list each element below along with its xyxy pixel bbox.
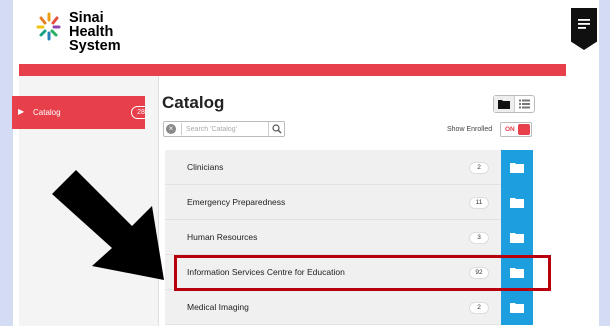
sidebar-item-catalog[interactable]: ▶ Catalog 28 [12, 96, 151, 129]
open-category-button[interactable] [501, 150, 533, 185]
show-enrolled-label: Show Enrolled [447, 126, 493, 133]
open-category-button[interactable] [501, 185, 533, 220]
page-title: Catalog [162, 93, 225, 112]
chevron-right-icon: ▶ [18, 107, 25, 116]
category-row[interactable]: Human Resources 3 [165, 220, 533, 255]
folder-icon [510, 233, 524, 243]
view-toggle [493, 95, 535, 113]
search-icon [272, 124, 282, 134]
logo-text: Sinai Health System [69, 10, 149, 54]
category-title: Clinicians [187, 162, 224, 172]
open-category-button[interactable] [501, 290, 533, 325]
header-accent-bar [19, 64, 566, 76]
pointer-arrow-icon [52, 170, 164, 280]
folder-view-button[interactable] [494, 96, 515, 112]
search-button[interactable] [268, 122, 285, 136]
category-count: 3 [469, 232, 489, 244]
logo-line-1: Sinai [69, 10, 104, 26]
sidebar-item-label: Catalog [33, 108, 61, 117]
menu-icon [578, 19, 590, 29]
category-row[interactable]: Medical Imaging 2 [165, 290, 533, 325]
category-list: Clinicians 2 Emergency Preparedness 11 H… [165, 150, 533, 325]
logo-mark-icon [36, 12, 61, 41]
category-row[interactable]: Clinicians 2 [165, 150, 533, 185]
open-category-button[interactable] [501, 220, 533, 255]
logo-line-2: Health [69, 24, 114, 40]
folder-icon [510, 163, 524, 173]
search-input[interactable] [181, 123, 266, 135]
search-box: × [163, 121, 285, 137]
category-count: 11 [469, 197, 489, 209]
menu-button[interactable] [571, 8, 597, 50]
clear-icon[interactable]: × [166, 124, 176, 134]
category-count: 2 [469, 162, 489, 174]
sidebar-item-count: 28 [131, 106, 151, 119]
folder-icon [510, 198, 524, 208]
show-enrolled-toggle[interactable]: ON [500, 122, 532, 137]
logo-line-3: System [69, 38, 121, 54]
highlight-box [174, 255, 551, 291]
category-title: Medical Imaging [187, 302, 249, 312]
toggle-knob [518, 124, 530, 135]
folder-icon [510, 303, 524, 313]
category-title: Human Resources [187, 232, 258, 242]
category-title: Emergency Preparedness [187, 197, 286, 207]
list-view-button[interactable] [515, 96, 534, 112]
toggle-on-label: ON [505, 126, 515, 133]
category-row[interactable]: Emergency Preparedness 11 [165, 185, 533, 220]
list-icon [519, 99, 530, 109]
folder-icon [498, 100, 510, 109]
category-count: 2 [469, 302, 489, 314]
